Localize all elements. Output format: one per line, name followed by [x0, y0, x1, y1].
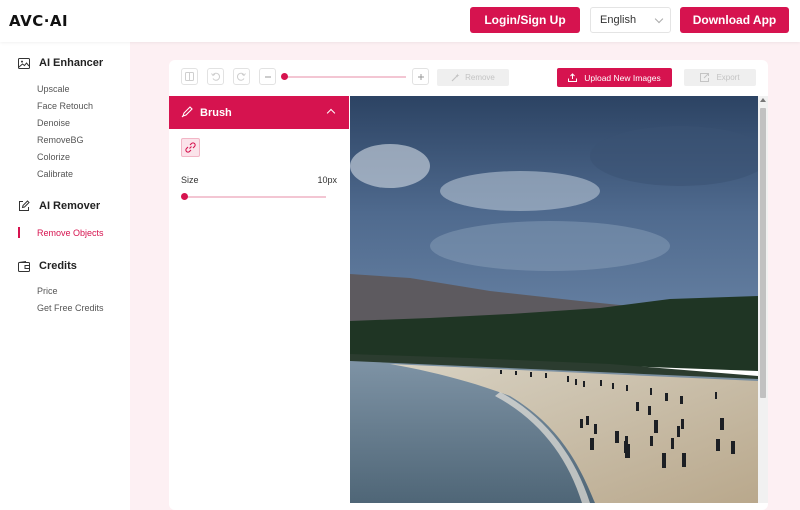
chevron-down-icon	[654, 14, 664, 24]
size-value: 10px	[317, 175, 337, 185]
sidebar-item-colorize[interactable]: Colorize	[37, 152, 70, 162]
size-label: Size	[181, 175, 199, 185]
export-button[interactable]: Export	[684, 69, 756, 86]
download-app-button[interactable]: Download App	[680, 7, 789, 33]
chevron-up-icon[interactable]	[326, 108, 336, 118]
sidebar-item-denoise[interactable]: Denoise	[37, 118, 70, 128]
brush-size-slider-thumb[interactable]	[181, 193, 188, 200]
zoom-slider-thumb[interactable]	[281, 73, 288, 80]
sidebar-section-label: AI Enhancer	[39, 57, 104, 69]
beach-photo	[350, 96, 758, 503]
sidebar-item-removebg[interactable]: RemoveBG	[37, 135, 84, 145]
image-icon	[18, 57, 30, 69]
plus-icon	[417, 73, 424, 80]
scroll-up-icon[interactable]	[760, 98, 766, 102]
image-canvas[interactable]	[350, 96, 758, 503]
sidebar-item-price[interactable]: Price	[37, 286, 58, 296]
sidebar-section-label: Credits	[39, 260, 77, 272]
remove-button[interactable]: Remove	[437, 69, 509, 86]
brush-tool-button[interactable]	[181, 138, 200, 157]
sidebar-section-label: AI Remover	[39, 200, 101, 212]
top-bar: AVC·AI Login/Sign Up English Download Ap…	[0, 0, 800, 42]
sidebar-section-ai-remover[interactable]: AI Remover	[18, 200, 100, 212]
export-icon	[700, 73, 710, 82]
magic-wand-icon	[451, 73, 460, 82]
sidebar-section-credits[interactable]: Credits	[18, 260, 77, 272]
minus-icon	[264, 76, 271, 77]
sidebar-item-face-retouch[interactable]: Face Retouch	[37, 101, 93, 111]
undo-icon	[211, 72, 220, 81]
login-signup-button[interactable]: Login/Sign Up	[470, 7, 580, 33]
upload-new-images-button[interactable]: Upload New Images	[557, 68, 672, 87]
link-icon	[185, 142, 196, 153]
upload-label: Upload New Images	[584, 72, 661, 83]
zoom-out-button[interactable]	[259, 68, 276, 85]
sidebar-item-remove-objects[interactable]: Remove Objects	[37, 228, 104, 238]
zoom-slider[interactable]	[284, 76, 406, 78]
language-value: English	[600, 14, 637, 26]
export-label: Export	[716, 73, 740, 82]
language-select[interactable]: English	[590, 7, 671, 33]
brush-panel-header[interactable]: Brush	[169, 96, 349, 129]
brush-size-slider[interactable]	[184, 196, 326, 198]
redo-button[interactable]	[233, 68, 250, 85]
sidebar-item-calibrate[interactable]: Calibrate	[37, 169, 73, 179]
sidebar-item-get-free-credits[interactable]: Get Free Credits	[37, 303, 104, 313]
remove-label: Remove	[465, 73, 495, 82]
sidebar-item-upscale[interactable]: Upscale	[37, 84, 70, 94]
upload-icon	[568, 73, 578, 82]
compare-icon	[185, 72, 194, 81]
vertical-scrollbar[interactable]	[758, 96, 768, 503]
wallet-icon	[18, 260, 30, 272]
brush-panel: Brush Size 10px	[169, 96, 349, 503]
scrollbar-thumb[interactable]	[760, 108, 766, 398]
zoom-in-button[interactable]	[412, 68, 429, 85]
active-indicator	[18, 227, 20, 238]
sidebar-section-ai-enhancer[interactable]: AI Enhancer	[18, 57, 103, 69]
redo-icon	[237, 72, 246, 81]
compare-button[interactable]	[181, 68, 198, 85]
brush-title: Brush	[200, 106, 232, 119]
undo-button[interactable]	[207, 68, 224, 85]
logo[interactable]: AVC·AI	[9, 12, 68, 30]
brush-icon	[181, 106, 193, 118]
sidebar: AI Enhancer Upscale Face Retouch Denoise…	[0, 42, 130, 510]
edit-icon	[19, 200, 30, 211]
